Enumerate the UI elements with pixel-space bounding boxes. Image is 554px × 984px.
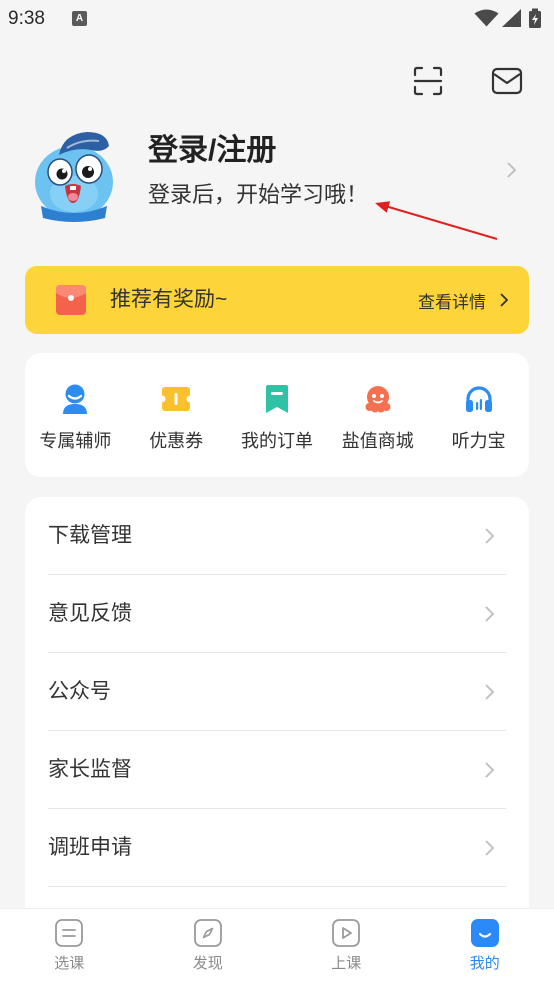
menu-item-class-transfer[interactable]: 调班申请 [25,809,529,887]
mall-icon [365,386,391,413]
menu-item-parental-control[interactable]: 家长监督 [25,731,529,809]
feature-label: 专属辅师 [39,431,112,451]
menu-item-label: 公众号 [48,680,111,703]
login-title[interactable]: 登录/注册 [148,132,276,170]
tab-class[interactable]: 上课 [277,909,416,984]
notification-icon: A [72,11,87,26]
menu-item-label: 意见反馈 [48,602,132,625]
bottom-tab-bar: 选课 发现 上课 我的 [0,908,554,984]
feature-mall[interactable]: 盐值商城 [327,353,428,477]
mascot-avatar[interactable] [31,128,121,224]
feature-label: 我的订单 [240,431,313,451]
divider [48,886,506,887]
feature-label: 优惠券 [149,431,204,451]
menu-item-label: 下载管理 [48,524,132,547]
tutor-icon [63,384,88,414]
feature-tutor[interactable]: 专属辅师 [25,353,126,477]
tab-courses[interactable]: 选课 [0,909,139,984]
tab-mine[interactable]: 我的 [416,909,554,984]
status-time: 9:38 [8,8,45,29]
chevron-right-icon [485,762,495,778]
feature-orders[interactable]: 我的订单 [227,353,328,477]
tab-label: 发现 [192,955,223,972]
messages-button[interactable] [488,63,526,99]
settings-menu: 下载管理 意见反馈 公众号 家长监督 调班申请 [25,497,529,967]
scan-button[interactable] [410,63,446,99]
course-icon [55,919,84,947]
chevron-right-icon [485,684,495,700]
coupon-icon [160,387,193,411]
menu-item-downloads[interactable]: 下载管理 [25,497,529,575]
chevron-right-icon [485,606,495,622]
scan-icon [413,66,443,96]
tab-label: 上课 [331,955,362,972]
class-icon [332,919,361,947]
mail-icon [491,67,523,95]
profile-icon [470,919,499,947]
tab-label: 我的 [469,955,500,972]
login-profile-header[interactable]: 登录/注册 登录后，开始学习哦！ [0,120,554,230]
login-subtitle: 登录后，开始学习哦！ [148,182,369,207]
chevron-right-icon [507,162,517,178]
chevron-right-icon [485,840,495,856]
feature-shortcuts: 专属辅师 优惠券 我的订单 盐值商城 听力宝 [25,353,529,477]
view-details-label: 查看详情 [418,292,486,312]
feature-listening[interactable]: 听力宝 [428,353,529,477]
feature-label: 盐值商城 [341,431,414,451]
menu-item-label: 调班申请 [48,836,132,859]
feature-label: 听力宝 [451,431,506,451]
referral-banner-label: 推荐有奖励~ [110,288,228,311]
red-envelope-icon [56,285,86,315]
wifi-icon [474,9,499,27]
feature-coupons[interactable]: 优惠券 [126,353,227,477]
orders-icon [265,385,288,413]
menu-item-label: 家长监督 [48,758,132,781]
battery-icon [529,8,541,28]
view-details-link[interactable]: 查看详情 [418,266,508,334]
status-bar: 9:38 A [0,0,554,38]
signal-icon [502,9,521,27]
tab-discover[interactable]: 发现 [139,909,278,984]
menu-item-official-account[interactable]: 公众号 [25,653,529,731]
menu-item-feedback[interactable]: 意见反馈 [25,575,529,653]
discover-icon [193,919,222,947]
tab-label: 选课 [54,955,85,972]
referral-banner[interactable]: 推荐有奖励~ 查看详情 [25,266,529,334]
headphones-icon [465,386,492,412]
chevron-right-icon [485,528,495,544]
chevron-right-icon [500,293,508,307]
